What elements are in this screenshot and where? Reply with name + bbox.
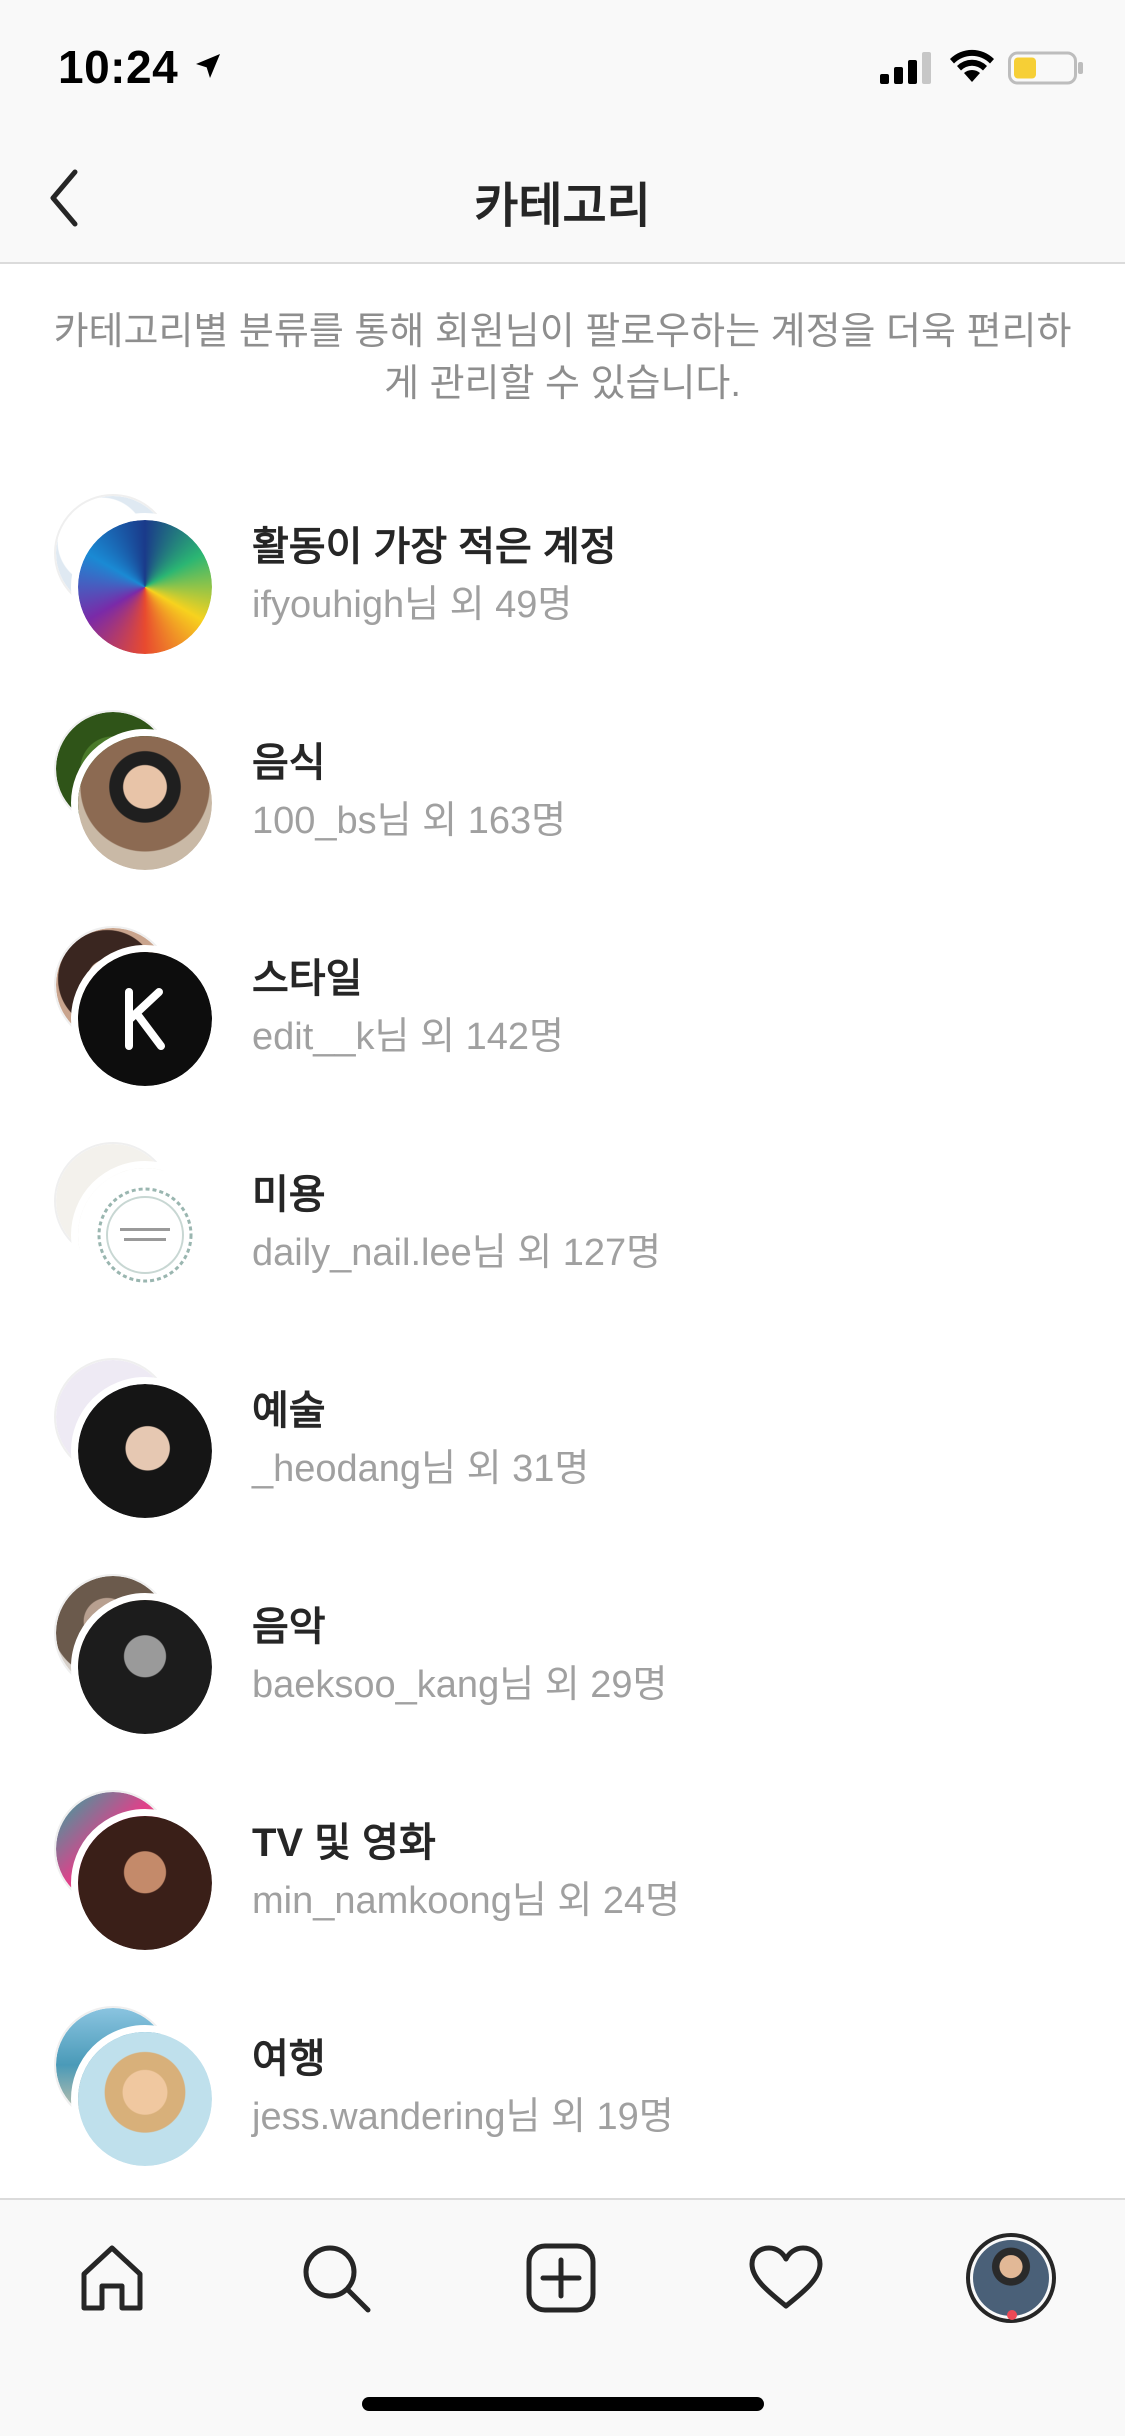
category-list: 활동이 가장 적은 계정 ifyouhigh님 외 49명 음식 100_bs님… (0, 476, 1125, 2204)
k-logo-icon (125, 988, 165, 1050)
location-arrow-icon (196, 54, 220, 78)
category-name: 활동이 가장 적은 계정 (252, 525, 617, 569)
wreath-logo-icon (97, 1187, 193, 1283)
avatar-stack (54, 926, 219, 1093)
battery-icon (1008, 51, 1083, 85)
category-item-travel[interactable]: 여행 jess.wandering님 외 19명 (0, 1988, 1125, 2204)
tab-activity[interactable] (736, 2228, 836, 2328)
wifi-icon (950, 49, 994, 82)
categories-screen: 10:24 카테고리 카테고리별 분류를 통해 회원님이 팔로우하는 계정을 더… (0, 0, 1125, 2436)
avatar (71, 1809, 219, 1957)
category-subtitle: baeksoo_kang님 외 29명 (252, 1664, 668, 1706)
category-item-least-interacted[interactable]: 활동이 가장 적은 계정 ifyouhigh님 외 49명 (0, 476, 1125, 692)
avatar-stack (54, 1142, 219, 1309)
notification-dot (1007, 2310, 1017, 2320)
category-subtitle: jess.wandering님 외 19명 (252, 2096, 674, 2138)
new-post-icon (526, 2243, 596, 2313)
category-item-style[interactable]: 스타일 edit__k님 외 142명 (0, 908, 1125, 1124)
avatar (71, 513, 219, 661)
category-subtitle: min_namkoong님 외 24명 (252, 1880, 681, 1922)
category-name: 예술 (252, 1389, 326, 1433)
description-text: 카테고리별 분류를 통해 회원님이 팔로우하는 계정을 더욱 편리하게 관리할 … (53, 311, 1072, 405)
category-subtitle: ifyouhigh님 외 49명 (252, 584, 573, 626)
avatar (71, 1377, 219, 1525)
avatar-stack (54, 1790, 219, 1957)
category-subtitle: edit__k님 외 142명 (252, 1016, 564, 1058)
category-name: 스타일 (252, 957, 363, 1001)
status-bar: 10:24 (0, 0, 1125, 132)
cellular-signal-icon (880, 52, 931, 84)
tab-home[interactable] (62, 2228, 162, 2328)
avatar (71, 1593, 219, 1741)
avatar-stack (54, 1358, 219, 1525)
avatar (71, 945, 219, 1093)
search-icon (303, 2245, 371, 2313)
avatar-stack (54, 1574, 219, 1741)
category-subtitle: _heodang님 외 31명 (252, 1448, 590, 1490)
category-name: 음악 (252, 1605, 326, 1649)
activity-heart-icon (749, 2245, 823, 2309)
avatar (71, 1161, 219, 1309)
category-item-beauty[interactable]: 미용 daily_nail.lee님 외 127명 (0, 1124, 1125, 1340)
avatar-stack (54, 494, 219, 661)
category-name: 미용 (252, 1173, 326, 1217)
category-item-food[interactable]: 음식 100_bs님 외 163명 (0, 692, 1125, 908)
avatar-stack (54, 2006, 219, 2173)
home-icon (81, 2245, 143, 2311)
home-indicator (362, 2397, 764, 2411)
page-title: 카테고리 (474, 180, 651, 233)
avatar-stack (54, 710, 219, 877)
category-subtitle: daily_nail.lee님 외 127명 (252, 1232, 662, 1274)
tab-new-post[interactable] (511, 2228, 611, 2328)
avatar (71, 729, 219, 877)
category-name: 여행 (252, 2037, 326, 2081)
tab-search[interactable] (286, 2228, 386, 2328)
avatar (71, 2025, 219, 2173)
category-name: 음식 (252, 741, 326, 785)
status-time: 10:24 (58, 41, 179, 93)
category-name: TV 및 영화 (252, 1821, 436, 1865)
category-item-art[interactable]: 예술 _heodang님 외 31명 (0, 1340, 1125, 1556)
category-item-tv-movies[interactable]: TV 및 영화 min_namkoong님 외 24명 (0, 1772, 1125, 1988)
category-item-music[interactable]: 음악 baeksoo_kang님 외 29명 (0, 1556, 1125, 1772)
nav-header: 카테고리 (0, 132, 1125, 264)
category-subtitle: 100_bs님 외 163명 (252, 800, 567, 842)
